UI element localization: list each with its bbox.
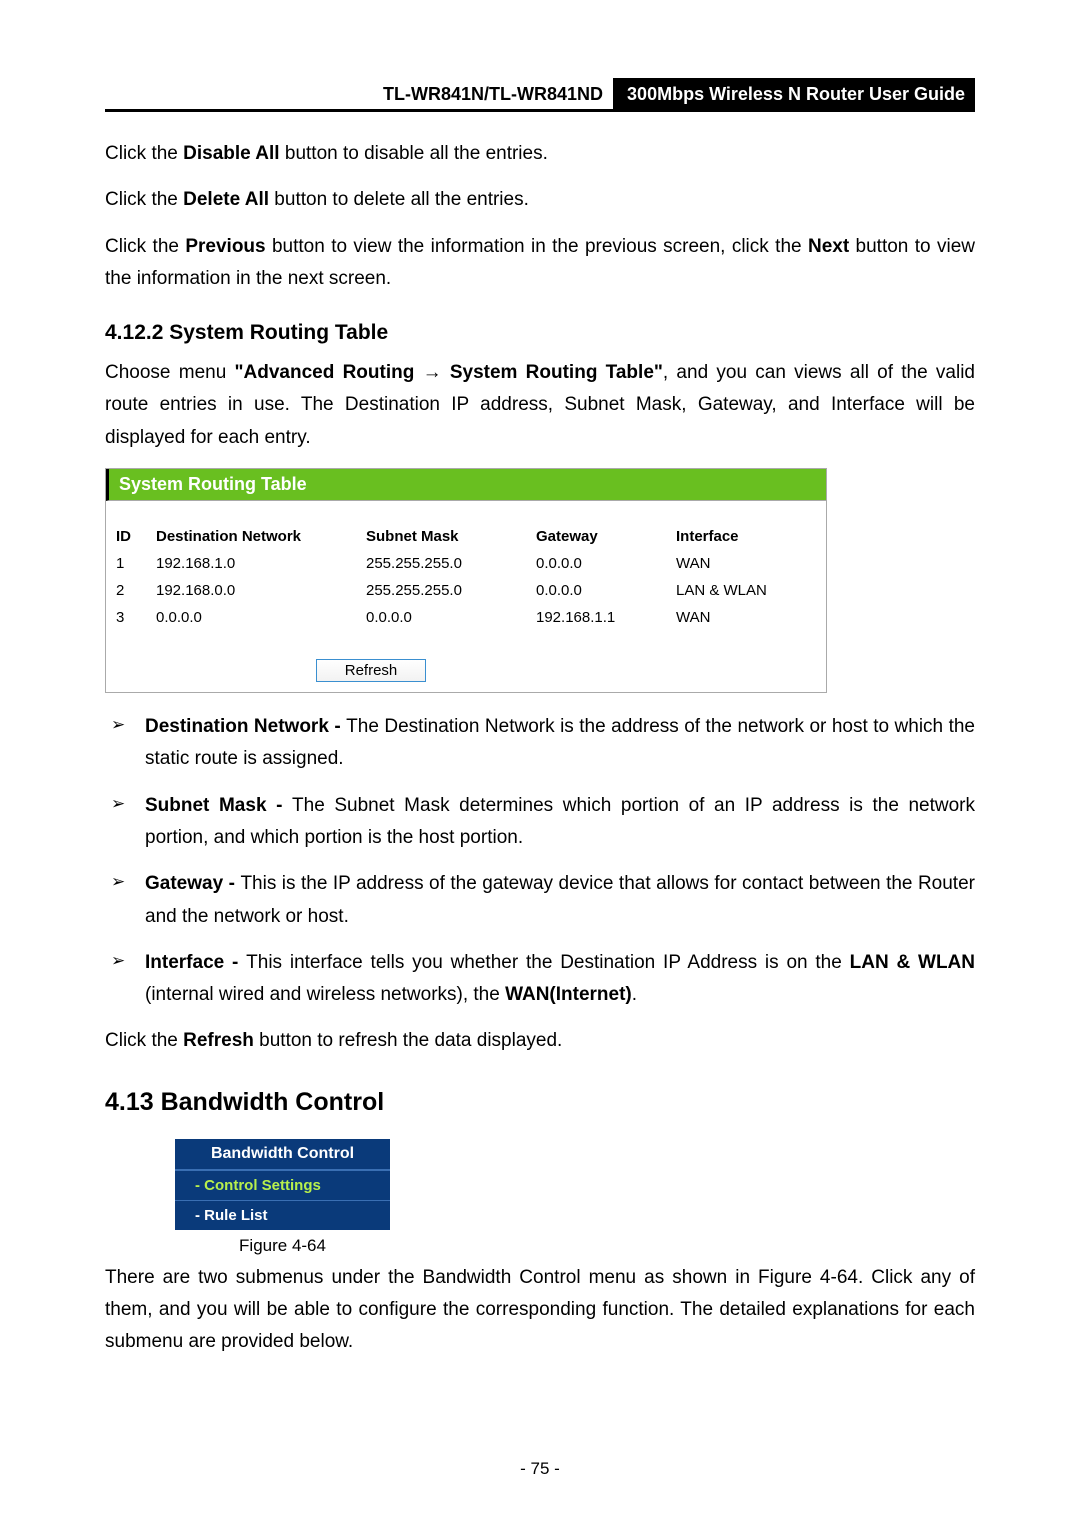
refresh-button[interactable]: Refresh (316, 659, 427, 682)
text: Click the (105, 189, 183, 210)
cell: WAN (666, 550, 826, 577)
text: Click the (105, 143, 183, 164)
paragraph-refresh-note: Click the Refresh button to refresh the … (105, 1025, 975, 1057)
cell: 0.0.0.0 (526, 550, 666, 577)
figure-caption: Figure 4-64 (175, 1236, 390, 1256)
text: This interface tells you whether the Des… (246, 952, 849, 973)
refresh-row: Refresh (106, 651, 826, 692)
text: button to refresh the data displayed. (254, 1030, 562, 1051)
menu-item-rule-list[interactable]: - Rule List (175, 1200, 390, 1230)
bold-text: Refresh (183, 1030, 254, 1051)
list-item: Gateway - This is the IP address of the … (105, 868, 975, 933)
page-header: TL-WR841N/TL-WR841ND 300Mbps Wireless N … (105, 78, 975, 112)
text: . (632, 984, 637, 1005)
table-row: 1 192.168.1.0 255.255.255.0 0.0.0.0 WAN (106, 550, 826, 577)
cell: LAN & WLAN (666, 577, 826, 604)
paragraph-previous-next: Click the Previous button to view the in… (105, 231, 975, 296)
cell: 192.168.1.1 (526, 604, 666, 631)
routing-table: ID Destination Network Subnet Mask Gatew… (106, 523, 826, 631)
header-model: TL-WR841N/TL-WR841ND (383, 78, 613, 109)
bold-text: LAN & WLAN (850, 952, 975, 973)
bold-text: Disable All (183, 143, 279, 164)
cell: 2 (106, 577, 146, 604)
cell: 255.255.255.0 (356, 577, 526, 604)
list-item: Destination Network - The Destination Ne… (105, 711, 975, 776)
paragraph-bandwidth-intro: There are two submenus under the Bandwid… (105, 1262, 975, 1359)
term: Gateway - (145, 873, 240, 894)
col-id: ID (106, 523, 146, 550)
list-item: Interface - This interface tells you whe… (105, 947, 975, 1012)
table-row: 2 192.168.0.0 255.255.255.0 0.0.0.0 LAN … (106, 577, 826, 604)
table-row: 3 0.0.0.0 0.0.0.0 192.168.1.1 WAN (106, 604, 826, 631)
cell: 255.255.255.0 (356, 550, 526, 577)
text: (internal wired and wireless networks), … (145, 984, 505, 1005)
paragraph-disable-all: Click the Disable All button to disable … (105, 138, 975, 170)
col-dest: Destination Network (146, 523, 356, 550)
col-gw: Gateway (526, 523, 666, 550)
bold-text: Next (808, 236, 849, 257)
cell: 192.168.0.0 (146, 577, 356, 604)
text: Click the (105, 1030, 183, 1051)
bold-text: Delete All (183, 189, 269, 210)
paragraph-delete-all: Click the Delete All button to delete al… (105, 184, 975, 216)
cell: 192.168.1.0 (146, 550, 356, 577)
cell: 0.0.0.0 (356, 604, 526, 631)
page-number: - 75 - (0, 1459, 1080, 1479)
text: Choose menu (105, 362, 235, 383)
bandwidth-menu-figure: Bandwidth Control - Control Settings - R… (175, 1139, 390, 1230)
heading-4-12-2: 4.12.2 System Routing Table (105, 321, 975, 345)
cell: 0.0.0.0 (526, 577, 666, 604)
definition: This is the IP address of the gateway de… (145, 873, 975, 926)
list-item: Subnet Mask - The Subnet Mask determines… (105, 790, 975, 855)
paragraph-choose-menu: Choose menu "Advanced Routing → System R… (105, 357, 975, 454)
col-mask: Subnet Mask (356, 523, 526, 550)
menu-item-control-settings[interactable]: - Control Settings (175, 1170, 390, 1200)
figure-title: System Routing Table (106, 469, 826, 501)
term: Subnet Mask - (145, 795, 292, 816)
definitions-list: Destination Network - The Destination Ne… (105, 711, 975, 1011)
header-title: 300Mbps Wireless N Router User Guide (613, 78, 975, 109)
text: button to view the information in the pr… (266, 236, 808, 257)
term: Destination Network - (145, 716, 346, 737)
col-iface: Interface (666, 523, 826, 550)
bold-text: WAN(Internet) (505, 984, 632, 1005)
table-header-row: ID Destination Network Subnet Mask Gatew… (106, 523, 826, 550)
cell: 1 (106, 550, 146, 577)
menu-header: Bandwidth Control (175, 1139, 390, 1170)
heading-4-13: 4.13 Bandwidth Control (105, 1088, 975, 1117)
text: button to disable all the entries. (280, 143, 548, 164)
cell: 0.0.0.0 (146, 604, 356, 631)
text: Click the (105, 236, 185, 257)
term: Interface - (145, 952, 246, 973)
bold-text: Previous (185, 236, 265, 257)
text: button to delete all the entries. (269, 189, 529, 210)
cell: WAN (666, 604, 826, 631)
cell: 3 (106, 604, 146, 631)
routing-table-figure: System Routing Table ID Destination Netw… (105, 468, 827, 693)
bold-text: "Advanced Routing → System Routing Table… (235, 362, 663, 383)
